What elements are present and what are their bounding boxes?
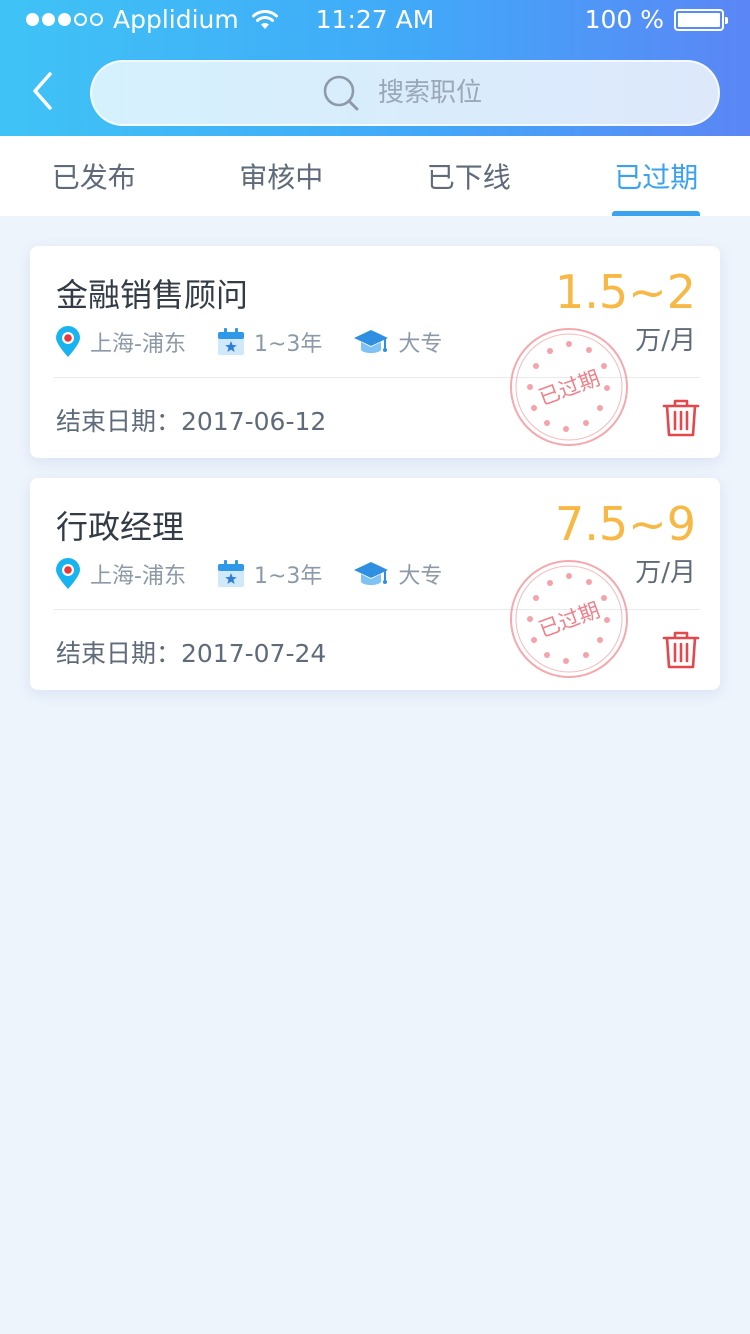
tab-expired[interactable]: 已过期 [563, 136, 750, 216]
salary-range: 7.5~9 [555, 497, 696, 551]
end-date: 结束日期：2017-07-24 [56, 639, 327, 668]
status-bar: Applidium 11:27 AM 100 % [0, 0, 750, 40]
delete-button[interactable] [662, 630, 700, 670]
job-title: 金融销售顾问 [56, 276, 249, 314]
education: 大专 [352, 326, 442, 358]
chevron-left-icon [33, 72, 52, 110]
experience: 1~3年 [216, 326, 322, 358]
location-text: 上海-浦东 [90, 564, 186, 589]
tab-bar: 已发布 审核中 已下线 已过期 [0, 136, 750, 216]
expired-stamp: 已过期 [510, 328, 628, 446]
education-text: 大专 [398, 564, 443, 589]
status-right: 100 % [584, 5, 728, 34]
delete-button[interactable] [662, 398, 700, 438]
experience-text: 1~3年 [253, 564, 323, 589]
graduation-cap-icon [354, 562, 389, 585]
search-bar[interactable] [90, 60, 720, 126]
end-date: 结束日期：2017-06-12 [56, 407, 327, 436]
graduation-cap-icon [354, 330, 389, 353]
expired-stamp: 已过期 [510, 560, 628, 678]
job-title: 行政经理 [56, 508, 185, 546]
search-input[interactable] [378, 78, 488, 108]
location: 上海-浦东 [54, 326, 186, 358]
back-button[interactable] [22, 66, 62, 116]
job-card[interactable]: 金融销售顾问 1.5~2 万/月 上海-浦东 1~3年 大专 结束日期：2017… [30, 246, 720, 458]
calendar-icon [217, 328, 244, 355]
salary-range: 1.5~2 [555, 265, 696, 319]
job-meta: 上海-浦东 1~3年 大专 [54, 558, 472, 590]
education: 大专 [352, 558, 442, 590]
battery-icon [674, 8, 728, 31]
stamp-label: 已过期 [536, 366, 603, 410]
experience: 1~3年 [216, 558, 322, 590]
education-text: 大专 [398, 332, 443, 357]
location-pin-icon [56, 326, 80, 357]
location-pin-icon [56, 558, 80, 589]
tab-published[interactable]: 已发布 [0, 136, 188, 216]
location: 上海-浦东 [54, 558, 186, 590]
tab-reviewing[interactable]: 审核中 [188, 136, 376, 216]
search-icon [323, 75, 359, 111]
tab-offline[interactable]: 已下线 [375, 136, 563, 216]
experience-text: 1~3年 [253, 332, 323, 357]
calendar-icon [217, 560, 244, 587]
stamp-label: 已过期 [536, 598, 603, 642]
job-card[interactable]: 行政经理 7.5~9 万/月 上海-浦东 1~3年 大专 结束日期：2017-0… [30, 478, 720, 690]
job-meta: 上海-浦东 1~3年 大专 [54, 326, 472, 358]
battery-percent: 100 % [584, 5, 664, 34]
location-text: 上海-浦东 [90, 332, 186, 357]
